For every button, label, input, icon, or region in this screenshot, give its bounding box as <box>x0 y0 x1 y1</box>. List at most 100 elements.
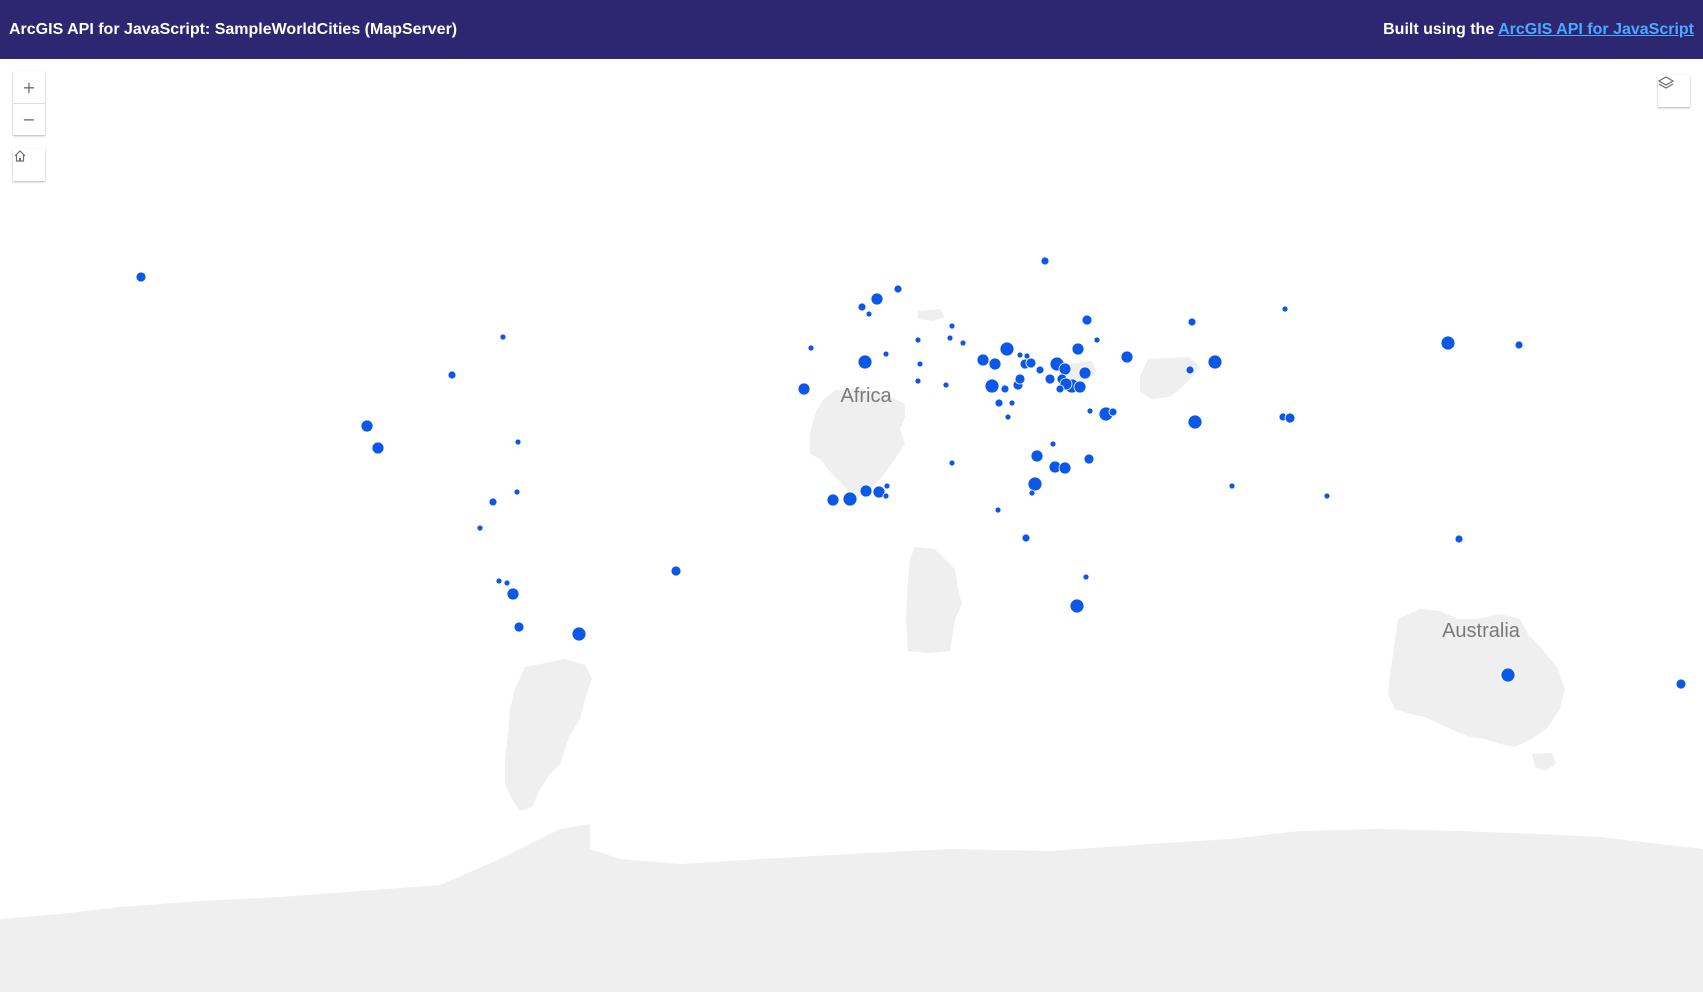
city-marker[interactable] <box>870 292 884 306</box>
city-marker[interactable] <box>914 336 922 344</box>
zoom-in-button[interactable]: + <box>13 71 45 103</box>
arcgis-api-link[interactable]: ArcGIS API for JavaScript <box>1498 21 1694 38</box>
city-marker[interactable] <box>371 441 385 455</box>
city-marker[interactable] <box>1040 256 1050 266</box>
city-marker[interactable] <box>571 626 587 642</box>
city-marker[interactable] <box>865 310 873 318</box>
city-marker[interactable] <box>360 419 374 433</box>
city-marker[interactable] <box>999 341 1015 357</box>
city-marker[interactable] <box>914 377 922 385</box>
city-marker[interactable] <box>1323 492 1331 500</box>
city-marker[interactable] <box>1021 533 1031 543</box>
city-marker[interactable] <box>1014 373 1026 385</box>
city-marker[interactable] <box>488 497 498 507</box>
city-marker[interactable] <box>882 350 890 358</box>
city-marker[interactable] <box>513 621 525 633</box>
city-marker[interactable] <box>513 488 521 496</box>
city-marker[interactable] <box>499 333 507 341</box>
city-marker[interactable] <box>1454 534 1464 544</box>
city-marker[interactable] <box>1284 412 1296 424</box>
city-marker[interactable] <box>883 482 891 490</box>
home-control <box>13 149 45 181</box>
city-marker[interactable] <box>1440 335 1456 351</box>
city-marker[interactable] <box>857 354 873 370</box>
city-marker[interactable] <box>1058 461 1072 475</box>
app-header: ArcGIS API for JavaScript: SampleWorldCi… <box>0 0 1703 59</box>
city-marker[interactable] <box>994 506 1002 514</box>
layer-list-button[interactable] <box>1658 75 1690 107</box>
city-marker[interactable] <box>1207 354 1223 370</box>
city-marker[interactable] <box>1514 340 1524 350</box>
city-marker[interactable] <box>135 271 147 283</box>
city-marker[interactable] <box>1081 314 1093 326</box>
city-marker[interactable] <box>948 322 956 330</box>
tasmania-landmass <box>1532 753 1556 771</box>
city-marker[interactable] <box>1108 407 1118 417</box>
city-marker[interactable] <box>1120 350 1134 364</box>
city-marker[interactable] <box>495 577 503 585</box>
city-marker[interactable] <box>797 382 811 396</box>
city-marker[interactable] <box>1030 449 1044 463</box>
city-marker[interactable] <box>670 565 682 577</box>
city-marker[interactable] <box>506 587 520 601</box>
city-marker[interactable] <box>976 353 990 367</box>
city-marker[interactable] <box>1035 365 1045 375</box>
city-marker[interactable] <box>842 491 858 507</box>
city-marker[interactable] <box>1055 384 1065 394</box>
city-marker[interactable] <box>1082 573 1090 581</box>
home-button[interactable] <box>13 149 45 181</box>
app-title: ArcGIS API for JavaScript: SampleWorldCi… <box>9 20 458 38</box>
city-marker[interactable] <box>948 459 956 467</box>
city-marker[interactable] <box>1093 336 1101 344</box>
city-marker[interactable] <box>1058 362 1072 376</box>
map-view[interactable]: Africa Australia + − <box>0 59 1703 992</box>
city-marker[interactable] <box>826 493 840 507</box>
city-marker[interactable] <box>1049 440 1057 448</box>
city-marker[interactable] <box>1027 476 1043 492</box>
zoom-out-button[interactable]: − <box>13 103 45 135</box>
city-marker[interactable] <box>1004 413 1012 421</box>
city-marker[interactable] <box>946 334 954 342</box>
city-marker[interactable] <box>994 398 1004 408</box>
city-marker[interactable] <box>807 344 815 352</box>
city-marker[interactable] <box>1500 667 1516 683</box>
city-marker[interactable] <box>1073 380 1087 394</box>
city-marker[interactable] <box>893 284 903 294</box>
city-marker[interactable] <box>1000 384 1010 394</box>
credit-text: Built using the ArcGIS API for JavaScrip… <box>1383 21 1694 39</box>
city-marker[interactable] <box>959 339 967 347</box>
africa-label: Africa <box>840 385 892 407</box>
city-marker[interactable] <box>1071 342 1085 356</box>
mediterranean-landmass <box>918 309 945 321</box>
city-marker[interactable] <box>1028 489 1036 497</box>
city-marker[interactable] <box>1187 317 1197 327</box>
city-marker[interactable] <box>1675 678 1687 690</box>
city-marker[interactable] <box>514 438 522 446</box>
city-marker[interactable] <box>859 484 873 498</box>
southern-africa-landmass <box>906 547 962 653</box>
city-marker[interactable] <box>1044 373 1056 385</box>
city-marker[interactable] <box>1025 357 1037 369</box>
city-marker[interactable] <box>1185 365 1195 375</box>
city-marker[interactable] <box>447 370 457 380</box>
city-marker[interactable] <box>1228 482 1236 490</box>
city-marker[interactable] <box>988 357 1002 371</box>
city-marker[interactable] <box>1078 366 1092 380</box>
city-marker[interactable] <box>916 360 924 368</box>
city-marker[interactable] <box>503 579 511 587</box>
city-marker[interactable] <box>1083 453 1095 465</box>
city-marker[interactable] <box>1069 598 1085 614</box>
city-marker[interactable] <box>857 302 867 312</box>
city-marker[interactable] <box>882 492 890 500</box>
city-marker[interactable] <box>1016 351 1024 359</box>
australia-label: Australia <box>1442 620 1521 642</box>
city-marker[interactable] <box>1086 407 1094 415</box>
city-marker[interactable] <box>476 524 484 532</box>
city-marker[interactable] <box>942 381 950 389</box>
zoom-controls: + − <box>13 71 45 135</box>
city-marker[interactable] <box>1187 414 1203 430</box>
city-marker[interactable] <box>1281 305 1289 313</box>
map-canvas[interactable]: Africa Australia <box>0 59 1703 992</box>
city-marker[interactable] <box>1008 399 1016 407</box>
city-marker[interactable] <box>984 378 1000 394</box>
